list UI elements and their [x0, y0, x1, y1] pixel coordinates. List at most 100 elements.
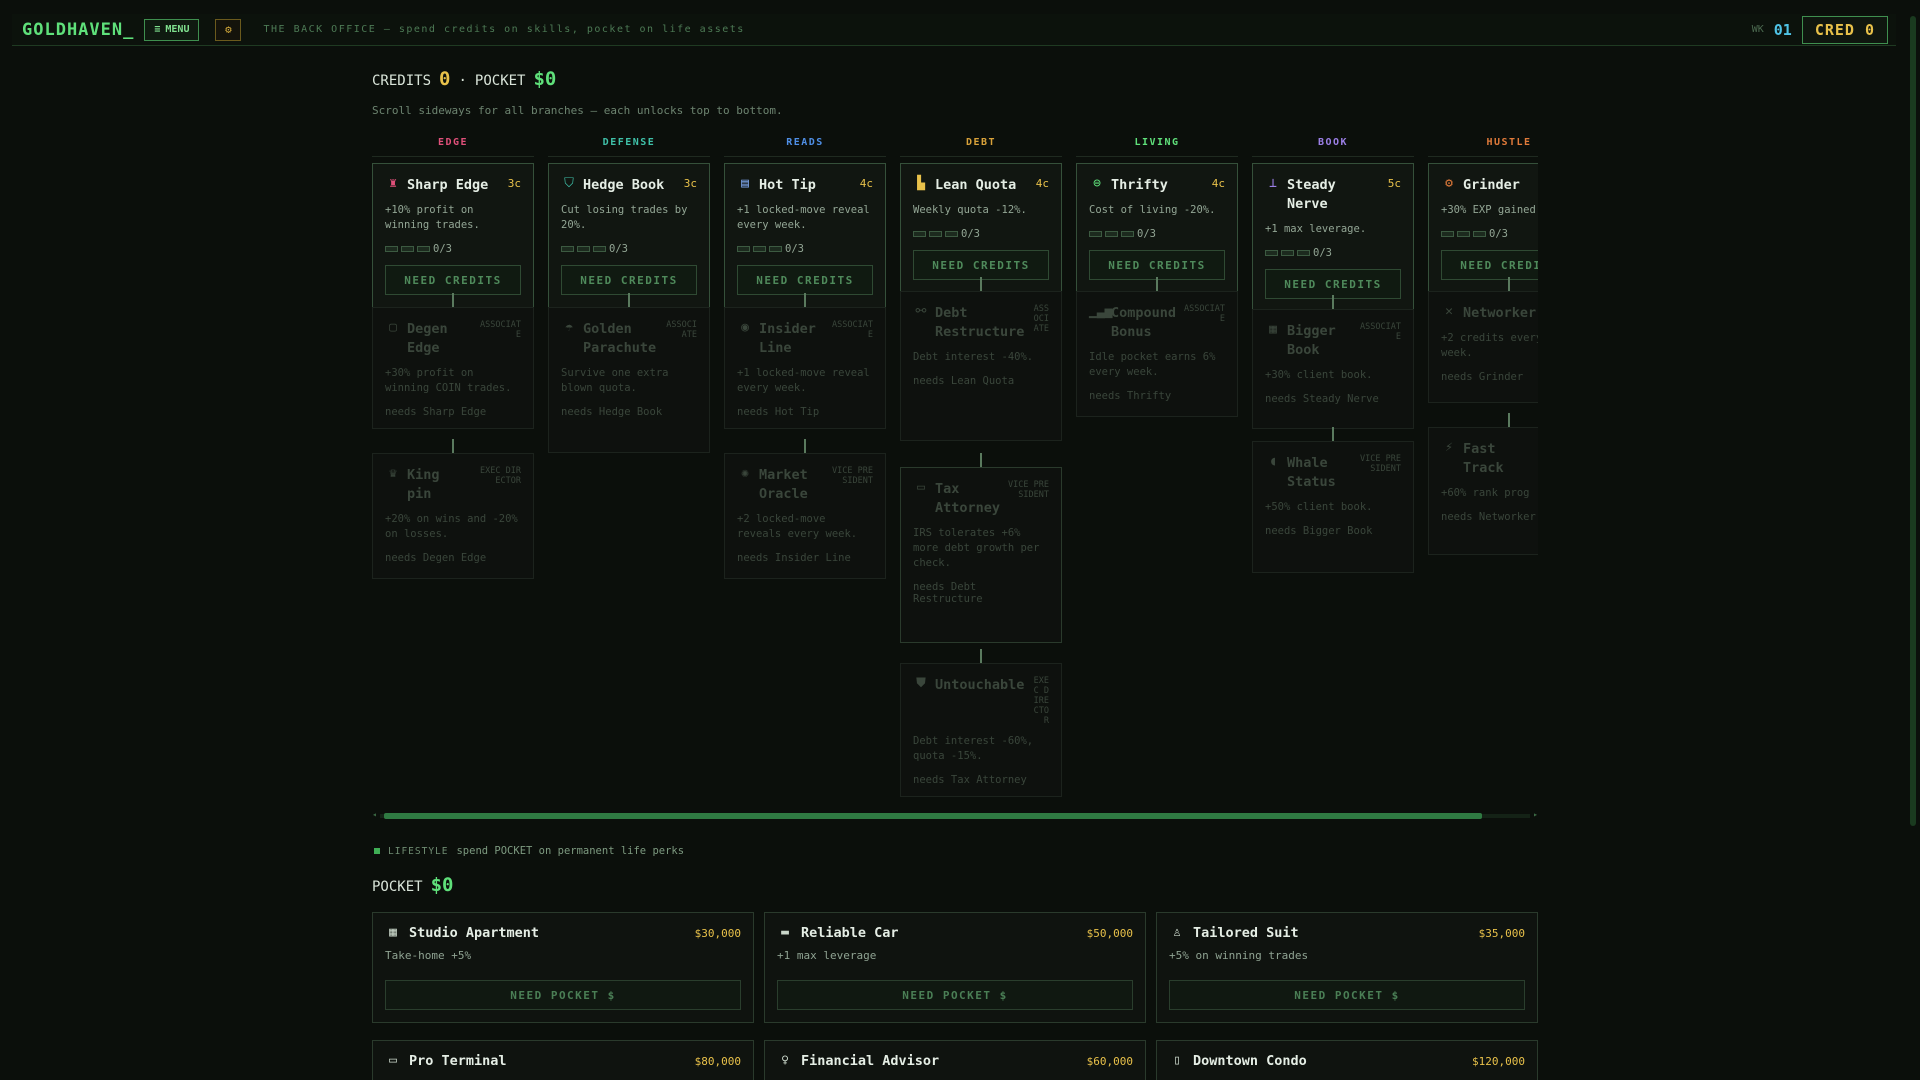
scroll-thumb[interactable] [384, 813, 1482, 819]
skill-card[interactable]: ⚯ Debt Restructure ASSOCIATE Debt interest … [900, 291, 1062, 441]
skill-card-header: ☂ Golden Parachute ASSOCIATE [561, 320, 697, 358]
lifestyle-perk-card[interactable]: ♙ Tailored Suit $35,000 +5% on winning trad… [1156, 912, 1538, 1023]
need-credits-button[interactable]: NEED CREDITS [385, 265, 521, 295]
progress-pip [1089, 231, 1102, 237]
skill-card[interactable]: ✕ Networker +2 credits every week. needs Gr… [1428, 291, 1538, 403]
skill-card[interactable]: ▁▃▅ Compound Bonus ASSOCIATE Idle pocket ea… [1076, 291, 1238, 417]
credits-badge[interactable]: CRED 0 [1801, 15, 1888, 44]
tree-connector [1508, 277, 1510, 291]
skill-card[interactable]: ⚙ Grinder +30% EXP gained 0/3 NEED CREDITS [1428, 163, 1538, 295]
need-credits-button[interactable]: NEED CREDITS [1441, 250, 1538, 280]
perk-header: ▦ Studio Apartment $30,000 [385, 925, 741, 941]
skill-title: Hot Tip [759, 177, 816, 193]
skill-desc: +30% client book. [1265, 369, 1373, 381]
lifestyle-perk-card[interactable]: ▦ Studio Apartment $30,000 Take-home +5% NEE… [372, 912, 754, 1023]
skill-card[interactable]: ⚡ Fast Track PR +60% rank prog needs Network… [1428, 427, 1538, 555]
menu-label: MENU [165, 24, 190, 35]
progress-pip [593, 246, 606, 252]
tree-connector [980, 649, 982, 663]
skill-icon: ▦ [1269, 322, 1277, 337]
need-credits-button[interactable]: NEED CREDITS [737, 265, 873, 295]
skill-icon: ☂ [565, 320, 573, 335]
column-header: BOOK [1252, 137, 1414, 157]
skill-card[interactable]: ⛉ Hedge Book 3c Cut losing trades by 20%. 0/… [548, 163, 710, 311]
skill-desc: Cut losing trades by 20%. [561, 204, 688, 231]
perk-title: Tailored Suit [1193, 925, 1299, 941]
need-credits-button[interactable]: NEED CREDITS [1089, 250, 1225, 280]
perk-icon: ▯ [1173, 1053, 1181, 1068]
perk-header: ♙ Tailored Suit $35,000 [1169, 925, 1525, 941]
progress-pip [401, 246, 414, 252]
skill-card[interactable]: ☂ Golden Parachute ASSOCIATE Survive one ex… [548, 307, 710, 453]
skill-card[interactable]: ⊥ Steady Nerve 5c +1 max leverage. 0/3 NEED C… [1252, 163, 1414, 313]
skill-requirement: needs Grinder [1441, 371, 1524, 383]
horizontal-scrollbar[interactable]: ◂ ▸ [372, 810, 1538, 819]
skill-card[interactable]: ▭ Tax Attorney VICE PRESIDENT IRS tolerates… [900, 467, 1062, 643]
skill-icon: ◖ [1269, 454, 1277, 469]
skill-progress: 0/3 [1265, 247, 1401, 259]
need-pocket-button[interactable]: NEED POCKET $ [385, 980, 741, 1010]
skill-card[interactable]: ⛊ Untouchable EXEC DIRECTOR Debt interest -… [900, 663, 1062, 797]
tagline: THE BACK OFFICE — spend credits on skill… [263, 24, 745, 35]
skill-requirement: needs Debt Restructure [913, 581, 983, 605]
need-credits-button[interactable]: NEED CREDITS [561, 265, 697, 295]
tree-connector [1332, 427, 1334, 441]
skill-card[interactable]: ♛ King pin EXEC DIRECTOR +20% on wins and -… [372, 453, 534, 579]
progress-text: 0/3 [1137, 228, 1156, 240]
skill-card-header: ◉ Insider Line ASSOCIATE [737, 320, 873, 358]
progress-pip [945, 231, 958, 237]
skill-title: Sharp Edge [407, 177, 489, 193]
lifestyle-perk-card[interactable]: ♀ Financial Advisor $60,000 [764, 1040, 1146, 1080]
progress-pip [1297, 250, 1310, 256]
pocket-summary: POCKET $0 [372, 874, 453, 896]
skill-card[interactable]: ▤ Hot Tip 4c +1 locked-move reveal every we… [724, 163, 886, 311]
scroll-left-icon[interactable]: ◂ [372, 810, 377, 819]
lifestyle-perk-card[interactable]: ▯ Downtown Condo $120,000 [1156, 1040, 1538, 1080]
need-pocket-button[interactable]: NEED POCKET $ [1169, 980, 1525, 1010]
skill-title: Degen Edge [407, 321, 448, 356]
tree-connector [1156, 277, 1158, 291]
perk-title: Financial Advisor [801, 1053, 940, 1069]
perk-desc: +5% on winning trades [1169, 949, 1309, 962]
skill-card-header: ⚡ Fast Track PR [1441, 440, 1538, 478]
pocket-summary-value: $0 [430, 874, 454, 896]
skill-requirement: needs Hedge Book [561, 406, 663, 418]
lifestyle-perk-card[interactable]: ▭ Pro Terminal $80,000 [372, 1040, 754, 1080]
skill-card[interactable]: ✺ Market Oracle VICE PRESIDENT +2 locked-mo… [724, 453, 886, 579]
progress-text: 0/3 [961, 228, 980, 240]
summary-separator: · [458, 73, 467, 89]
progress-text: 0/3 [433, 243, 452, 255]
skill-card[interactable]: ◉ Insider Line ASSOCIATE +1 locked-move rev… [724, 307, 886, 429]
skill-tree[interactable]: EDGE ♜ Sharp Edge 3c +10% profit on winning … [372, 137, 1538, 797]
skill-cost: 5c [1387, 177, 1401, 190]
perk-icon: ▦ [389, 925, 397, 940]
skill-desc: +30% EXP gained [1441, 204, 1536, 216]
settings-button[interactable]: ⚙ [215, 18, 242, 41]
skill-card[interactable]: ▢ Degen Edge ASSOCIATE +30% profit on winni… [372, 307, 534, 429]
skill-requirement: needs Bigger Book [1265, 525, 1373, 537]
skill-card[interactable]: ▙ Lean Quota 4c Weekly quota -12%. 0/3 NEED C… [900, 163, 1062, 295]
scroll-hint: Scroll sideways for all branches — each … [372, 104, 783, 117]
skill-title: Fast Track [1463, 441, 1504, 476]
need-credits-button[interactable]: NEED CREDITS [913, 250, 1049, 280]
skill-card[interactable]: ◖ Whale Status VICE PRESIDENT +50% client b… [1252, 441, 1414, 573]
perk-header: ♀ Financial Advisor $60,000 [777, 1053, 1133, 1069]
skill-card[interactable]: ▦ Bigger Book ASSOCIATE +30% client book. ne… [1252, 309, 1414, 429]
tree-connector [980, 277, 982, 291]
skill-desc: +50% client book. [1265, 501, 1373, 513]
skill-cost: 3c [507, 177, 521, 190]
need-pocket-button[interactable]: NEED POCKET $ [777, 980, 1133, 1010]
tree-connector [804, 439, 806, 453]
lifestyle-perk-card[interactable]: ▬ Reliable Car $50,000 +1 max leverage NEED … [764, 912, 1146, 1023]
skill-progress: 0/3 [385, 243, 521, 255]
gear-icon: ⚙ [225, 23, 232, 36]
scroll-right-icon[interactable]: ▸ [1533, 810, 1538, 819]
skill-desc: Debt interest -60%, quota -15%. [913, 735, 1034, 762]
skill-requirement: needs Networker [1441, 511, 1536, 523]
vertical-scrollbar[interactable] [1910, 16, 1916, 826]
skill-card-header: ✺ Market Oracle VICE PRESIDENT [737, 466, 873, 504]
skill-card[interactable]: ♜ Sharp Edge 3c +10% profit on winning trad… [372, 163, 534, 311]
skill-card[interactable]: ⊜ Thrifty 4c Cost of living -20%. 0/3 NEED CR… [1076, 163, 1238, 295]
menu-button[interactable]: ≡ MENU [144, 18, 200, 41]
skill-card-header: ⛊ Untouchable EXEC DIRECTOR [913, 676, 1049, 726]
